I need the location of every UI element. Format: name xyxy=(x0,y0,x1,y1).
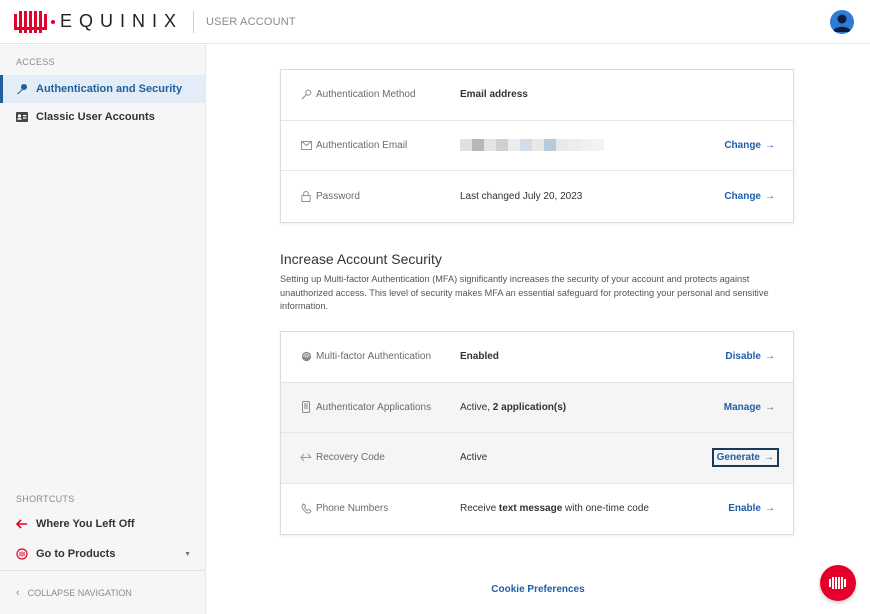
apps-value-count: 2 application(s) xyxy=(492,401,567,413)
cookie-preferences-link[interactable]: Cookie Preferences xyxy=(0,584,870,595)
recovery-code-value: Active xyxy=(460,452,488,464)
arrow-left-icon xyxy=(16,518,28,530)
arrow-right-icon: → xyxy=(764,452,774,464)
phone-handset-icon xyxy=(300,503,312,515)
arrow-right-icon: → xyxy=(765,401,775,413)
phone-value-suffix: with one-time code xyxy=(562,503,649,515)
key-outline-icon xyxy=(300,89,312,101)
increase-security-heading: Increase Account Security xyxy=(280,251,442,267)
arrow-right-icon: → xyxy=(765,503,775,515)
recovery-code-label: Recovery Code xyxy=(316,452,385,464)
change-password-button[interactable]: Change → xyxy=(724,191,775,202)
authenticator-apps-row: Authenticator Applications Active, 2 app… xyxy=(281,382,793,433)
change-password-label: Change xyxy=(724,190,761,202)
sidebar-item-classic-user-accounts[interactable]: Classic User Accounts xyxy=(0,103,205,131)
app-title: USER ACCOUNT xyxy=(206,15,296,28)
enable-phone-button[interactable]: Enable → xyxy=(728,503,775,514)
generate-label: Generate xyxy=(716,452,760,464)
shortcut-label: Go to Products xyxy=(36,548,116,560)
authentication-card: Authentication Method Email address Auth… xyxy=(280,69,794,223)
phone-value-prefix: Receive xyxy=(460,503,499,515)
arrow-right-icon: → xyxy=(765,190,775,202)
top-bar: EQUINIX USER ACCOUNT xyxy=(0,0,870,44)
user-icon xyxy=(833,14,851,32)
id-card-icon xyxy=(16,111,28,123)
mfa-value: Enabled xyxy=(460,351,499,363)
equinix-logo-mark-icon xyxy=(14,10,47,33)
arrow-right-icon: → xyxy=(765,139,775,151)
access-section-label: ACCESS xyxy=(16,57,55,67)
recovery-code-row: Recovery Code Active Generate → xyxy=(281,433,793,484)
lock-icon xyxy=(300,190,312,202)
key-icon xyxy=(16,83,28,95)
auth-method-value: Email address xyxy=(460,89,528,101)
phone-icon xyxy=(300,401,312,414)
auth-method-label: Authentication Method xyxy=(316,89,416,101)
disable-mfa-label: Disable xyxy=(725,351,761,363)
authenticator-apps-label: Authenticator Applications xyxy=(316,401,432,413)
mfa-row: Multi-factor Authentication Enabled Disa… xyxy=(281,332,793,383)
sidebar-item-authentication-and-security[interactable]: Authentication and Security xyxy=(0,75,205,103)
user-avatar[interactable] xyxy=(830,10,854,34)
equinix-mark-icon xyxy=(829,577,846,589)
auth-method-row: Authentication Method Email address xyxy=(281,70,793,121)
manage-apps-label: Manage xyxy=(723,401,761,413)
authenticator-apps-value: Active, 2 application(s) xyxy=(460,402,566,413)
shortcut-where-you-left-off[interactable]: Where You Left Off xyxy=(0,510,205,538)
generate-recovery-code-button[interactable]: Generate → xyxy=(711,448,779,468)
enable-phone-label: Enable xyxy=(728,503,761,515)
header-divider xyxy=(193,10,195,33)
phone-numbers-row: Phone Numbers Receive text message with … xyxy=(281,484,793,535)
chevron-down-icon: ▼ xyxy=(184,550,191,558)
mfa-card: Multi-factor Authentication Enabled Disa… xyxy=(280,331,794,535)
shortcut-label: Where You Left Off xyxy=(36,518,135,530)
security-description: Setting up Multi-factor Authentication (… xyxy=(280,274,769,311)
logo-dot xyxy=(51,19,55,24)
equinix-assistant-button[interactable] xyxy=(820,565,856,601)
disable-mfa-button[interactable]: Disable → xyxy=(725,351,775,362)
products-icon xyxy=(16,548,28,560)
sidebar: ACCESS Authentication and Security Class… xyxy=(0,45,206,614)
recovery-icon xyxy=(300,452,312,464)
brand-name: EQUINIX xyxy=(60,11,184,31)
auth-email-label: Authentication Email xyxy=(316,139,408,151)
sidebar-item-label: Authentication and Security xyxy=(36,83,183,95)
phone-value-method: text message xyxy=(498,503,563,515)
password-value: Last changed July 20, 2023 xyxy=(460,190,583,202)
change-email-label: Change xyxy=(724,139,761,151)
arrow-right-icon: → xyxy=(765,351,775,363)
phone-numbers-label: Phone Numbers xyxy=(316,503,389,515)
phone-numbers-value: Receive text message with one-time code xyxy=(460,503,649,514)
password-row: Password Last changed July 20, 2023 Chan… xyxy=(281,171,793,222)
equinix-logo[interactable]: EQUINIX xyxy=(14,10,184,33)
manage-apps-button[interactable]: Manage → xyxy=(724,402,775,413)
auth-email-row: Authentication Email Change → xyxy=(281,121,793,171)
masked-email-value xyxy=(460,138,604,151)
mfa-label: Multi-factor Authentication xyxy=(316,351,432,363)
sidebar-item-label: Classic User Accounts xyxy=(36,111,155,123)
password-label: Password xyxy=(316,190,360,202)
fingerprint-icon xyxy=(300,351,312,363)
shortcut-go-to-products[interactable]: Go to Products ▼ xyxy=(0,540,205,568)
mail-icon xyxy=(300,139,312,151)
shortcuts-section-label: SHORTCUTS xyxy=(16,494,75,504)
apps-value-prefix: Active, xyxy=(460,401,493,413)
change-email-button[interactable]: Change → xyxy=(724,140,775,151)
